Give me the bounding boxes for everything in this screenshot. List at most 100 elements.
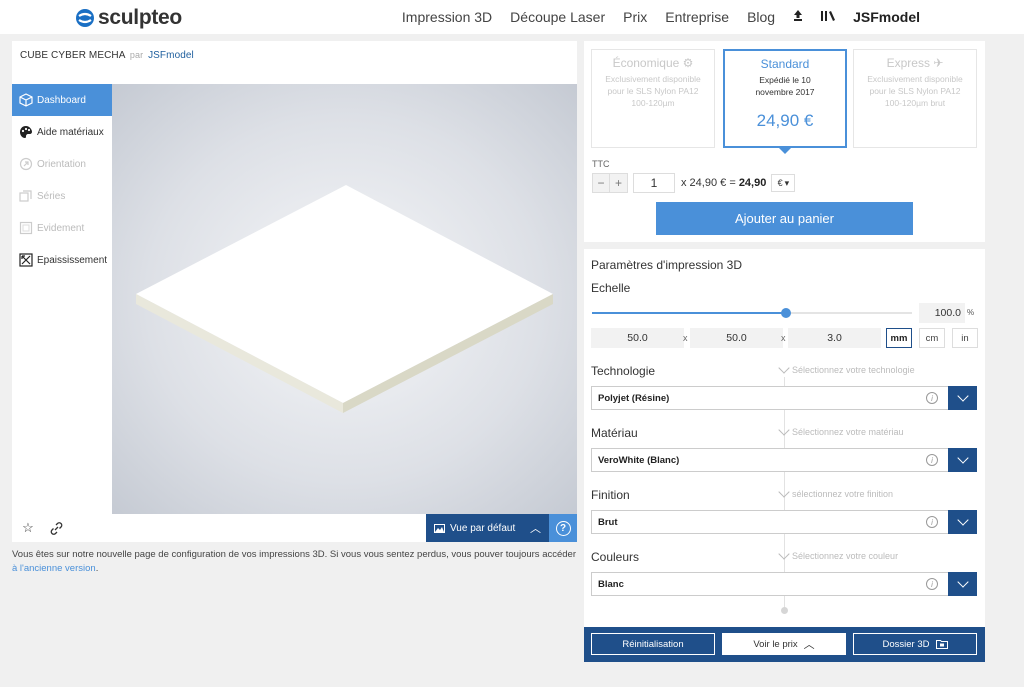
favorite-star-icon[interactable]: ☆ [14, 514, 42, 542]
color-dropdown-button[interactable] [948, 572, 977, 596]
option-description: Expédié le 10 novembre 2017 [755, 75, 815, 97]
folder-icon [935, 640, 948, 649]
notice-text: Vous êtes sur notre nouvelle page de con… [12, 549, 576, 560]
express-rocket-icon: ✈ [933, 56, 944, 70]
unit-mm-button[interactable]: mm [886, 328, 912, 348]
upload-icon[interactable] [793, 10, 803, 24]
unit-cm-button[interactable]: cm [919, 328, 945, 348]
project-by: par [129, 50, 144, 60]
dimension-z-input[interactable]: 3.0 [788, 328, 881, 348]
sidebar-item-dashboard[interactable]: Dashboard [12, 84, 112, 116]
finish-hint: sélectionnez votre finition [778, 485, 893, 499]
option-description: Exclusivement disponible pour le SLS Nyl… [867, 74, 963, 108]
nav-blog[interactable]: Blog [747, 9, 775, 25]
chevron-down-icon [956, 390, 969, 402]
eco-piggy-icon: ⚙ [682, 56, 694, 70]
scale-slider[interactable] [592, 308, 912, 318]
total-price: 24,90 [738, 177, 767, 189]
color-select[interactable]: Blanc i [591, 572, 977, 596]
quantity-increase-button[interactable]: + [610, 173, 628, 193]
quantity-decrease-button[interactable]: − [592, 173, 610, 193]
old-version-link[interactable]: à l'ancienne version [12, 563, 96, 574]
shipping-option-economique[interactable]: Économique ⚙ Exclusivement disponible po… [591, 49, 715, 148]
nav-impression-3d[interactable]: Impression 3D [402, 9, 492, 25]
add-to-cart-button[interactable]: Ajouter au panier [656, 202, 913, 235]
reset-button[interactable]: Réinitialisation [591, 633, 715, 655]
quantity-input[interactable]: 1 [633, 173, 675, 193]
sidebar-item-label: Orientation [37, 158, 86, 170]
pricing-panel: Économique ⚙ Exclusivement disponible po… [584, 41, 985, 242]
currency-select[interactable]: € ▾ [771, 174, 796, 192]
unit-in-button[interactable]: in [952, 328, 978, 348]
option-description: Exclusivement disponible pour le SLS Nyl… [605, 74, 701, 108]
library-icon[interactable] [821, 10, 836, 24]
3d-folder-label: Dossier 3D [882, 638, 930, 650]
technology-value: Polyjet (Résine) [598, 393, 670, 404]
finish-value: Brut [598, 517, 618, 528]
new-page-notice: Vous êtes sur notre nouvelle page de con… [12, 548, 577, 576]
option-name: Économique [612, 56, 680, 70]
action-footer: Réinitialisation Voir le prix ︿ Dossier … [584, 627, 985, 662]
technology-dropdown-button[interactable] [948, 386, 977, 410]
scale-unit: % [967, 308, 975, 317]
material-select[interactable]: VeroWhite (Blanc) i [591, 448, 977, 472]
brand-name: sculpteo [98, 6, 182, 29]
info-icon[interactable]: i [926, 516, 938, 528]
chevron-down-icon [956, 452, 969, 464]
sidebar-item-epaississement[interactable]: Epaississement [12, 244, 112, 276]
see-price-button[interactable]: Voir le prix ︿ [722, 633, 846, 655]
3d-folder-button[interactable]: Dossier 3D [853, 633, 977, 655]
share-link-icon[interactable] [42, 514, 70, 542]
print-params-panel: Paramètres d'impression 3D Echelle 100.0… [584, 249, 985, 627]
finish-select[interactable]: Brut i [591, 510, 977, 534]
default-view-button[interactable]: Vue par défaut ︿ [426, 514, 549, 542]
technology-select[interactable]: Polyjet (Résine) i [591, 386, 977, 410]
finish-dropdown-button[interactable] [948, 510, 977, 534]
sidebar-item-label: Séries [37, 190, 66, 202]
sidebar-item-label: Epaississement [37, 254, 108, 266]
sidebar-item-orientation[interactable]: Orientation [12, 148, 112, 180]
info-icon[interactable]: i [926, 454, 938, 466]
chevron-down-icon [956, 576, 969, 588]
technology-label: Technologie [591, 364, 656, 378]
palette-icon [20, 126, 32, 138]
info-icon[interactable]: i [926, 578, 938, 590]
brand-logo[interactable]: sculpteo [76, 6, 182, 30]
params-title: Paramètres d'impression 3D [591, 258, 743, 272]
material-label: Matériau [591, 426, 638, 440]
chevron-down-icon [778, 485, 790, 498]
nav-decoupe-laser[interactable]: Découpe Laser [510, 9, 605, 25]
help-icon: ? [555, 520, 571, 536]
shipping-option-standard[interactable]: Standard Expédié le 10 novembre 2017 24,… [723, 49, 847, 154]
image-icon [434, 523, 445, 533]
chevron-down-icon [778, 423, 790, 436]
top-header: sculpteo Impression 3D Découpe Laser Pri… [0, 0, 1024, 34]
dimension-y-input[interactable]: 50.0 [690, 328, 783, 348]
project-owner-link[interactable]: JSFmodel [148, 50, 194, 61]
finish-label: Finition [591, 488, 630, 502]
3d-viewport[interactable] [112, 84, 577, 514]
chevron-down-icon [778, 547, 790, 560]
caret-down-icon: ▾ [784, 177, 790, 188]
user-account-link[interactable]: JSFmodel [853, 9, 920, 25]
nav-entreprise[interactable]: Entreprise [665, 9, 729, 25]
dimension-x-input[interactable]: 50.0 [591, 328, 684, 348]
selected-arrow [777, 146, 793, 154]
scale-slider-handle[interactable] [780, 308, 791, 318]
info-icon[interactable]: i [926, 392, 938, 404]
option-name: Express [886, 56, 930, 70]
sidebar-item-series[interactable]: Séries [12, 180, 112, 212]
cube-icon [19, 93, 33, 107]
nav-prix[interactable]: Prix [623, 9, 647, 25]
scale-input[interactable]: 100.0 [919, 303, 965, 323]
project-title: CUBE CYBER MECHA par JSFmodel [20, 50, 194, 61]
color-hint: Sélectionnez votre couleur [778, 547, 898, 561]
sidebar-item-aide-materiaux[interactable]: Aide matériaux [12, 116, 112, 148]
material-dropdown-button[interactable] [948, 448, 977, 472]
dim-separator: x [683, 333, 688, 343]
sidebar-item-evidement[interactable]: Evidement [12, 212, 112, 244]
sidebar-item-label: Evidement [37, 222, 85, 234]
help-button[interactable]: ? [549, 514, 577, 542]
shipping-option-express[interactable]: Express ✈ Exclusivement disponible pour … [853, 49, 977, 148]
chevron-down-icon [956, 514, 969, 526]
